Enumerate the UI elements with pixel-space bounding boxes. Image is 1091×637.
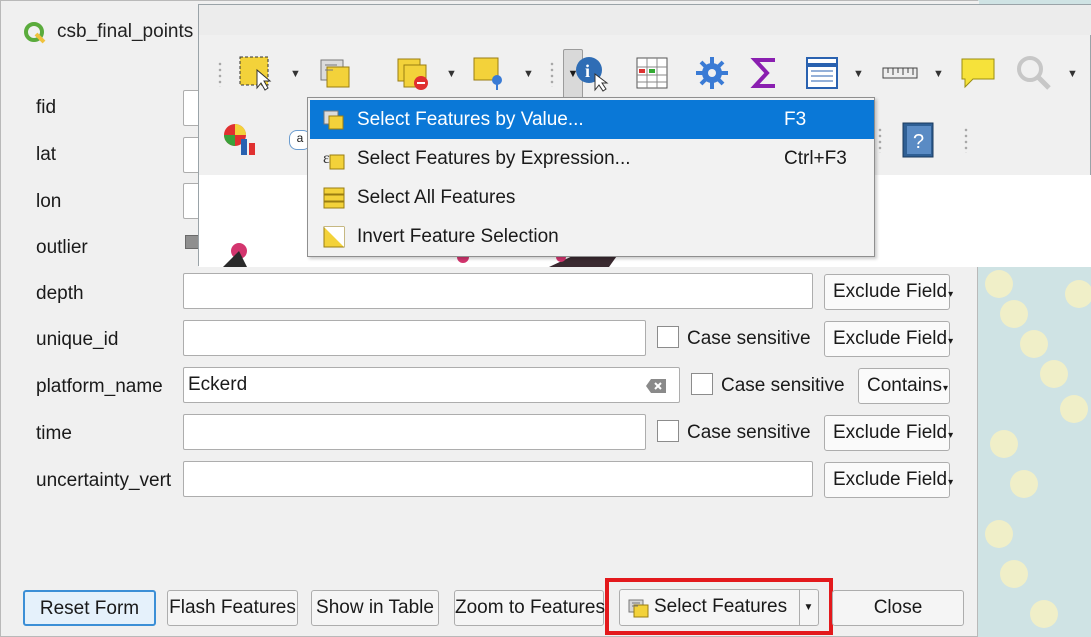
measure-dropdown-icon[interactable]: ▼: [933, 68, 944, 80]
field-label-fid: fid: [36, 97, 57, 118]
select-by-value-icon: [323, 110, 344, 130]
deselect-features-icon[interactable]: [395, 54, 433, 92]
platform-name-case-label: Case sensitive: [721, 375, 845, 396]
map-tips-icon[interactable]: [959, 54, 997, 92]
reset-form-button[interactable]: Reset Form: [23, 590, 156, 626]
invert-selection-icon: [323, 226, 345, 248]
select-by-value-icon: [628, 599, 649, 618]
select-features-button[interactable]: Select Features: [620, 590, 800, 625]
outlier-checkbox[interactable]: [185, 235, 199, 249]
select-location-dropdown-icon[interactable]: ▼: [523, 68, 534, 80]
unique-id-case-checkbox[interactable]: [657, 326, 679, 348]
identify-features-icon[interactable]: i: [573, 54, 611, 92]
disabled-dropdown-icon: ▼: [1067, 68, 1078, 80]
platform-name-case-checkbox[interactable]: [691, 373, 713, 395]
zoom-to-features-button[interactable]: Zoom to Features: [454, 590, 605, 626]
table-dropdown-icon[interactable]: ▼: [853, 68, 864, 80]
field-label-platform-name: platform_name: [36, 376, 163, 397]
field-label-unique-id: unique_id: [36, 329, 119, 350]
menu-item-select-by-expression[interactable]: ε Select Features by Expression... Ctrl+…: [310, 139, 874, 178]
menu-item-select-by-value[interactable]: Select Features by Value... F3: [310, 100, 874, 139]
processing-gear-icon[interactable]: [693, 54, 731, 92]
help-book-icon[interactable]: ?: [899, 121, 937, 159]
menu-item-select-all[interactable]: Select All Features: [310, 178, 874, 217]
platform-name-input[interactable]: Eckerd: [183, 367, 680, 403]
field-label-lat: lat: [36, 144, 57, 165]
map-symbol-icon: [223, 243, 247, 267]
svg-text:i: i: [585, 61, 590, 81]
select-by-location-icon[interactable]: [471, 54, 509, 92]
open-table-icon[interactable]: [803, 54, 841, 92]
time-case-label: Case sensitive: [687, 422, 811, 443]
platform-name-value: Eckerd: [188, 374, 248, 395]
show-in-table-button[interactable]: Show in Table: [311, 590, 439, 626]
attribute-table-icon[interactable]: [633, 54, 671, 92]
depth-option-combo[interactable]: Exclude Field▾: [824, 274, 953, 310]
statistics-sigma-icon[interactable]: [747, 54, 785, 92]
disabled-zoom-icon: [1017, 56, 1051, 90]
svg-text:ε: ε: [323, 150, 330, 167]
menu-item-invert-selection[interactable]: Invert Feature Selection: [310, 217, 874, 256]
unique-id-input[interactable]: [183, 320, 646, 356]
measure-ruler-icon[interactable]: [881, 54, 919, 92]
select-by-value-icon[interactable]: [317, 54, 355, 92]
field-label-lon: lon: [36, 191, 62, 212]
close-button[interactable]: Close: [832, 590, 964, 626]
depth-input[interactable]: [183, 273, 813, 309]
time-option-combo[interactable]: Exclude Field▾: [824, 415, 953, 451]
select-features-menu: Select Features by Value... F3 ε Select …: [307, 97, 875, 257]
unique-id-case-label: Case sensitive: [687, 328, 811, 349]
qgis-logo-icon: [24, 22, 46, 44]
flash-features-button[interactable]: Flash Features: [167, 590, 298, 626]
select-features-dropdown-arrow[interactable]: ▼: [799, 590, 818, 625]
uncertainty-vert-input[interactable]: [183, 461, 813, 497]
style-manager-icon[interactable]: [221, 121, 259, 159]
select-features-icon[interactable]: [237, 54, 275, 92]
clear-icon[interactable]: [645, 378, 667, 394]
svg-text:?: ?: [913, 131, 924, 153]
time-input[interactable]: [183, 414, 646, 450]
deselect-dropdown-icon[interactable]: ▼: [446, 68, 457, 80]
select-features-split-button[interactable]: Select Features ▼: [619, 589, 819, 626]
field-label-time: time: [36, 423, 72, 444]
field-label-uncertainty-vert: uncertainty_vert: [36, 470, 172, 491]
select-features-dropdown-icon[interactable]: ▼: [290, 68, 301, 80]
unique-id-option-combo[interactable]: Exclude Field▾: [824, 321, 953, 357]
expression-icon: ε: [323, 150, 345, 170]
time-case-checkbox[interactable]: [657, 420, 679, 442]
field-label-outlier: outlier: [36, 237, 88, 258]
platform-name-option-combo[interactable]: Contains▾: [858, 368, 950, 404]
dialog-title: csb_final_points: [57, 21, 194, 42]
uncertainty-vert-option-combo[interactable]: Exclude Field▾: [824, 462, 953, 498]
select-all-icon: [323, 187, 345, 209]
field-label-depth: depth: [36, 283, 84, 304]
